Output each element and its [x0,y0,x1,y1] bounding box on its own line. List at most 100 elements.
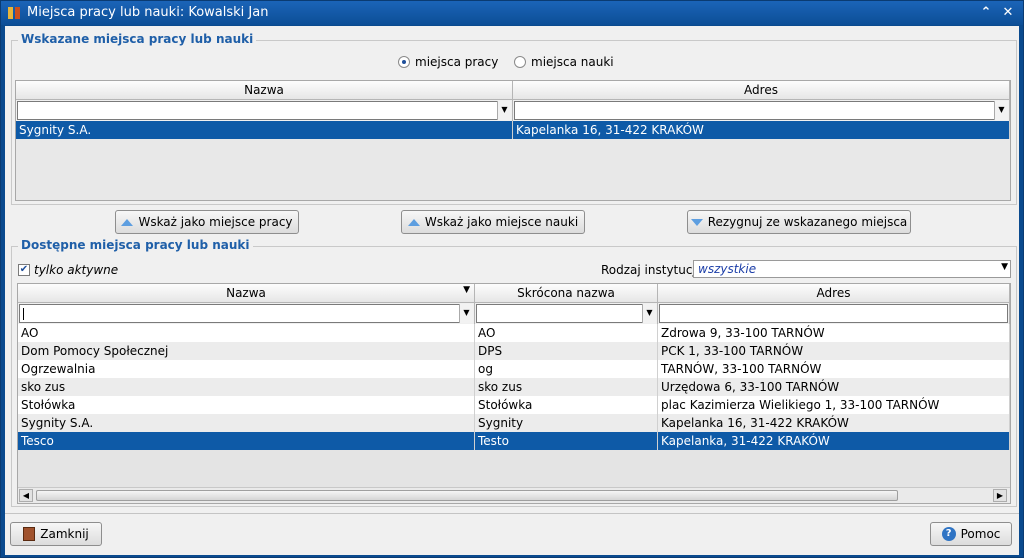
table-row[interactable]: Ogrzewalnia og TARNÓW, 33-100 TARNÓW [18,360,1010,378]
available-places-legend: Dostępne miejsca pracy lub nauki [18,238,253,252]
cell-adres: Kapelanka, 31-422 KRAKÓW [658,432,1010,450]
chevron-down-icon[interactable]: ▼ [497,101,511,120]
available-places-table: Nazwa ▼ Skrócona nazwa Adres ▼ ▼ AO AO Z… [17,283,1011,504]
radio-work[interactable]: miejsca pracy [398,55,498,69]
table-row[interactable]: Dom Pomocy Społecznej DPS PCK 1, 33-100 … [18,342,1010,360]
door-icon [23,527,36,541]
column-header-adres[interactable]: Adres [658,284,1010,303]
column-header-nazwa[interactable]: Nazwa [16,81,513,100]
indicate-work-label: Wskaż jako miejsce pracy [138,215,293,229]
filter-skrocona-input[interactable] [476,304,656,323]
cell-nazwa: Sygnity S.A. [16,121,513,139]
indicated-places-group: Wskazane miejsca pracy lub nauki miejsca… [11,32,1017,205]
institution-type-value: wszystkie [698,262,757,276]
column-header-nazwa-label: Nazwa [226,286,266,300]
close-button[interactable]: Zamknij [10,522,102,546]
scrollbar-thumb[interactable] [36,490,898,501]
resign-button[interactable]: Rezygnuj ze wskazanego miejsca [687,210,911,234]
help-button[interactable]: ? Pomoc [930,522,1012,546]
filter-adres-input[interactable] [514,101,1008,120]
cell-adres: plac Kazimierza Wielikiego 1, 33-100 TAR… [658,396,1010,414]
indicate-work-button[interactable]: Wskaż jako miejsce pracy [115,210,299,234]
cell-adres: PCK 1, 33-100 TARNÓW [658,342,1010,360]
cell-skrocona: sko zus [475,378,658,396]
cell-skrocona: DPS [475,342,658,360]
table-header: Nazwa ▼ Skrócona nazwa Adres [18,284,1010,303]
cell-skrocona: Testo [475,432,658,450]
institution-type-label: Rodzaj instytucji: [601,263,704,277]
filter-row: ▼ ▼ [16,100,1010,121]
chevron-down-icon[interactable]: ▼ [459,304,473,323]
filter-nazwa-input[interactable] [19,304,473,323]
table-row[interactable]: Stołówka Stołówka plac Kazimierza Wielik… [18,396,1010,414]
app-icon [8,7,20,19]
filter-row: ▼ ▼ [18,303,1010,324]
cell-nazwa: Stołówka [18,396,475,414]
active-only-label: tylko aktywne [34,263,119,277]
cell-nazwa: Dom Pomocy Społecznej [18,342,475,360]
filter-nazwa-input[interactable] [17,101,511,120]
scroll-right-icon[interactable]: ▶ [993,489,1007,502]
column-header-adres[interactable]: Adres [513,81,1010,100]
table-row[interactable]: AO AO Zdrowa 9, 33-100 TARNÓW [18,324,1010,342]
radio-study-label: miejsca nauki [531,55,614,69]
cell-skrocona: Stołówka [475,396,658,414]
column-header-nazwa[interactable]: Nazwa ▼ [18,284,475,303]
filter-adres[interactable] [658,303,1010,324]
resign-label: Rezygnuj ze wskazanego miejsca [707,215,908,229]
cell-adres: Urzędowa 6, 33-100 TARNÓW [658,378,1010,396]
cell-nazwa: Ogrzewalnia [18,360,475,378]
cell-nazwa: Sygnity S.A. [18,414,475,432]
cell-adres: Zdrowa 9, 33-100 TARNÓW [658,324,1010,342]
table-row[interactable]: Sygnity S.A. Sygnity Kapelanka 16, 31-42… [18,414,1010,432]
collapse-icon[interactable]: ⌃ [977,4,995,22]
chevron-down-icon[interactable]: ▼ [1001,262,1008,272]
dialog-client-area: Wskazane miejsca pracy lub nauki miejsca… [5,26,1019,555]
cell-skrocona: Sygnity [475,414,658,432]
available-places-group: Dostępne miejsca pracy lub nauki ✔ tylko… [11,238,1017,507]
table-row[interactable]: Sygnity S.A. Kapelanka 16, 31-422 KRAKÓW [16,121,1010,139]
indicated-places-table: Nazwa Adres ▼ ▼ Sygnity S.A. Kapelanka 1 [15,80,1011,201]
indicate-study-button[interactable]: Wskaż jako miejsce nauki [401,210,585,234]
radio-study[interactable]: miejsca nauki [514,55,614,69]
cell-nazwa: sko zus [18,378,475,396]
table-row[interactable]: sko zus sko zus Urzędowa 6, 33-100 TARNÓ… [18,378,1010,396]
cell-adres: Kapelanka 16, 31-422 KRAKÓW [658,414,1010,432]
column-header-skrocona[interactable]: Skrócona nazwa [475,284,658,303]
chevron-down-icon[interactable]: ▼ [994,101,1008,120]
table-row[interactable]: Tesco Testo Kapelanka, 31-422 KRAKÓW [18,432,1010,450]
bottom-bar: Zamknij ? Pomoc [5,513,1019,555]
help-icon: ? [941,527,956,541]
filter-nazwa[interactable]: ▼ [18,303,475,324]
title-bar[interactable]: Miejsca pracy lub nauki: Kowalski Jan ⌃ … [1,1,1023,25]
cell-adres: TARNÓW, 33-100 TARNÓW [658,360,1010,378]
institution-type-select[interactable]: wszystkie ▼ [693,260,1011,278]
filter-nazwa[interactable]: ▼ [16,100,513,121]
active-only-checkbox[interactable]: ✔ [18,264,30,276]
arrow-up-icon [407,218,420,226]
filter-adres[interactable]: ▼ [513,100,1010,121]
chevron-down-icon[interactable]: ▼ [642,304,656,323]
cell-nazwa: Tesco [18,432,475,450]
arrow-up-icon [121,218,134,226]
scroll-left-icon[interactable]: ◀ [19,489,33,502]
sort-desc-icon: ▼ [463,285,470,295]
indicated-places-legend: Wskazane miejsca pracy lub nauki [18,32,257,46]
close-button-label: Zamknij [40,527,89,541]
window-title: Miejsca pracy lub nauki: Kowalski Jan [27,5,269,20]
help-button-label: Pomoc [960,527,1001,541]
radio-study-indicator[interactable] [514,56,526,68]
cell-skrocona: og [475,360,658,378]
radio-work-indicator[interactable] [398,56,410,68]
table-header: Nazwa Adres [16,81,1010,100]
filter-adres-input[interactable] [659,304,1008,323]
cell-skrocona: AO [475,324,658,342]
horizontal-scrollbar[interactable]: ◀ ▶ [18,487,1010,503]
cell-adres: Kapelanka 16, 31-422 KRAKÓW [513,121,1010,139]
indicate-study-label: Wskaż jako miejsce nauki [424,215,579,229]
filter-skrocona[interactable]: ▼ [475,303,658,324]
text-caret [23,308,24,320]
arrow-down-icon [690,218,703,226]
close-icon[interactable]: ✕ [999,4,1017,22]
dialog-window: Miejsca pracy lub nauki: Kowalski Jan ⌃ … [0,0,1024,558]
